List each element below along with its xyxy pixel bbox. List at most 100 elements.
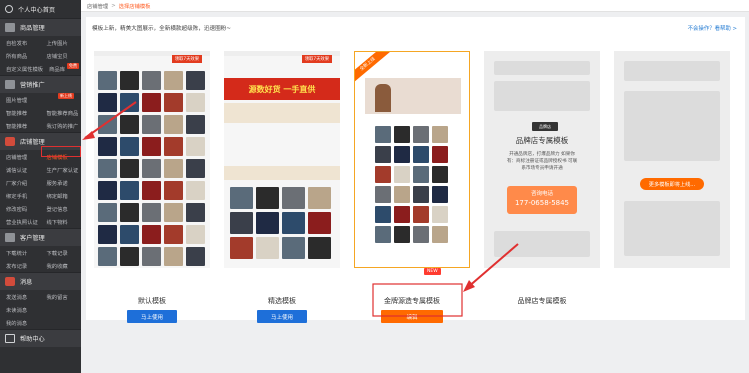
product-thumbnail	[413, 146, 429, 163]
product-thumbnail	[432, 126, 448, 143]
product-thumbnail	[98, 71, 117, 90]
sidebar-section-title: 客户管理	[20, 235, 45, 242]
product-thumbnail	[120, 115, 139, 134]
trial-tag: 领取7天效果	[171, 55, 202, 63]
sidebar-row: 厂家介绍 服务承诺	[0, 176, 81, 189]
product-thumbnail	[413, 206, 429, 223]
sidebar-item[interactable]: 所有商品	[0, 52, 41, 60]
sidebar-item[interactable]: 下载记录	[41, 249, 82, 257]
profile-home-link[interactable]: 个人中心首页	[0, 0, 81, 18]
brand-info: 品牌店专属模板 开通品牌店，打爆品牌力 如果你有：商标注册证或品牌授权书 可联系…	[506, 135, 578, 172]
sidebar-row: 智能推荐 智能推荐商品	[0, 106, 81, 119]
product-thumbnail	[394, 186, 410, 203]
product-thumbnail	[186, 71, 205, 90]
product-thumbnail	[256, 187, 279, 209]
product-thumbnail	[142, 137, 161, 156]
phone-number: 177-0658-5845	[514, 199, 570, 207]
product-thumbnail	[164, 225, 183, 244]
template-card-selected[interactable]: 领取7天效果 源数好货 一手直供	[224, 51, 340, 268]
consult-phone-box[interactable]: 咨询电话 177-0658-5845	[507, 186, 577, 214]
sidebar-item[interactable]: 发送消息	[0, 293, 41, 301]
sidebar-row: 发布记录 我的收藏	[0, 259, 81, 272]
more-templates-button: 更多模板即将上线...	[640, 178, 704, 190]
product-thumbnail	[120, 137, 139, 156]
beige-strip	[224, 166, 340, 180]
sidebar-section-header[interactable]: 消息	[0, 272, 81, 290]
sidebar-item[interactable]: 绑定邮箱	[41, 192, 82, 200]
sidebar-item[interactable]: 修改密码	[0, 205, 41, 213]
sidebar-section-header[interactable]: 帮助中心	[0, 329, 81, 347]
sidebar-item[interactable]: 我的消息	[0, 319, 41, 327]
product-thumbnail	[186, 181, 205, 200]
product-thumbnail	[98, 137, 117, 156]
sidebar-item[interactable]: 营业执照认证	[0, 218, 41, 226]
sidebar-item[interactable]: 智能推荐商品	[41, 109, 82, 117]
product-thumbnail	[375, 126, 391, 143]
sidebar-item[interactable]: 店铺管理	[0, 153, 41, 161]
product-thumbnail	[375, 146, 391, 163]
product-thumbnail	[308, 187, 331, 209]
sidebar-item[interactable]: 智能推荐	[0, 109, 41, 117]
sidebar-item[interactable]: 厂家介绍	[0, 179, 41, 187]
product-thumbnail	[120, 93, 139, 112]
breadcrumb-current: 选择店铺模板	[118, 3, 151, 10]
sidebar-section-title: 商品管理	[20, 25, 45, 32]
breadcrumb: 店铺管理 > 选择店铺模板	[81, 0, 749, 12]
product-thumbnail	[164, 159, 183, 178]
sidebar-section-header[interactable]: 营销推广	[0, 75, 81, 93]
product-thumbnail	[98, 225, 117, 244]
hero-banner	[365, 78, 461, 114]
sidebar-section-title: 帮助中心	[20, 336, 45, 343]
template-panel: 模板上新，精美大图展示，全新横款超级陈，迅速圈粉~ 不会操作？看帮助 > 领取7…	[86, 17, 745, 323]
product-grid	[375, 126, 448, 243]
sidebar-item[interactable]: 发布记录	[0, 262, 41, 270]
sidebar-item[interactable]: 我的收藏	[41, 262, 82, 270]
sidebar-item[interactable]: 未读消息	[0, 306, 41, 314]
product-thumbnail	[375, 226, 391, 243]
new-badge: NEW	[424, 268, 441, 275]
sidebar-item[interactable]: 自检发布	[0, 39, 41, 47]
product-thumbnail	[432, 206, 448, 223]
promo-banner-text: 源数好货 一手直供	[248, 85, 316, 94]
sidebar-row: 发送消息 我的留言	[0, 290, 81, 303]
sidebar-item[interactable]: 自定义属性模板	[0, 65, 43, 73]
product-thumbnail	[142, 225, 161, 244]
sidebar-item[interactable]: 诚信认证	[0, 166, 41, 174]
breadcrumb-parent[interactable]: 店铺管理	[87, 2, 108, 10]
sidebar-item[interactable]: 图片管理	[0, 96, 41, 104]
product-thumbnail	[394, 206, 410, 223]
product-thumbnail	[186, 247, 205, 266]
help-link[interactable]: 不会操作？看帮助 >	[688, 24, 737, 32]
sidebar-section-header[interactable]: 客户管理	[0, 228, 81, 246]
sidebar-item[interactable]: 下载统计	[0, 249, 41, 257]
sidebar-row: 智能推荐 我订购的推广	[0, 119, 81, 132]
product-thumbnail	[394, 126, 410, 143]
use-selected-template-button[interactable]: 马上使用	[257, 310, 307, 323]
product-thumbnail	[120, 225, 139, 244]
template-card-default[interactable]: 领取7天效果	[94, 51, 210, 268]
product-thumbnail	[256, 212, 279, 234]
product-thumbnail	[164, 247, 183, 266]
product-thumbnail	[432, 146, 448, 163]
product-thumbnail	[308, 237, 331, 259]
sidebar-item[interactable]: 服务承诺	[41, 179, 82, 187]
sidebar-item[interactable]: 绑定手机	[0, 192, 41, 200]
sidebar-section-header[interactable]: 商品管理	[0, 18, 81, 36]
sidebar-item[interactable]: 登记信息	[41, 205, 82, 213]
sidebar-item[interactable]: 智能推荐	[0, 122, 41, 130]
sidebar-row: 修改密码 登记信息	[0, 202, 81, 215]
sidebar-section-title: 营销推广	[20, 82, 45, 89]
sidebar-item[interactable]: 线下物料	[41, 218, 82, 226]
sidebar-item[interactable]: 店铺宝贝	[41, 52, 82, 60]
edit-gold-template-button[interactable]: 编辑	[381, 310, 443, 323]
breadcrumb-separator: >	[111, 2, 116, 9]
product-thumbnail	[98, 159, 117, 178]
template-card-gold[interactable]: 全新上线	[354, 51, 470, 268]
sidebar-item[interactable]: 我订购的推广	[41, 122, 82, 130]
sidebar-item[interactable]: 上传图片	[41, 39, 82, 47]
sidebar-item[interactable]: 我的留言	[41, 293, 82, 301]
sidebar-item[interactable]: 生产厂家认证	[41, 166, 82, 174]
sidebar-row: 未读消息	[0, 303, 81, 316]
use-default-template-button[interactable]: 马上使用	[127, 310, 177, 323]
product-thumbnail	[164, 115, 183, 134]
